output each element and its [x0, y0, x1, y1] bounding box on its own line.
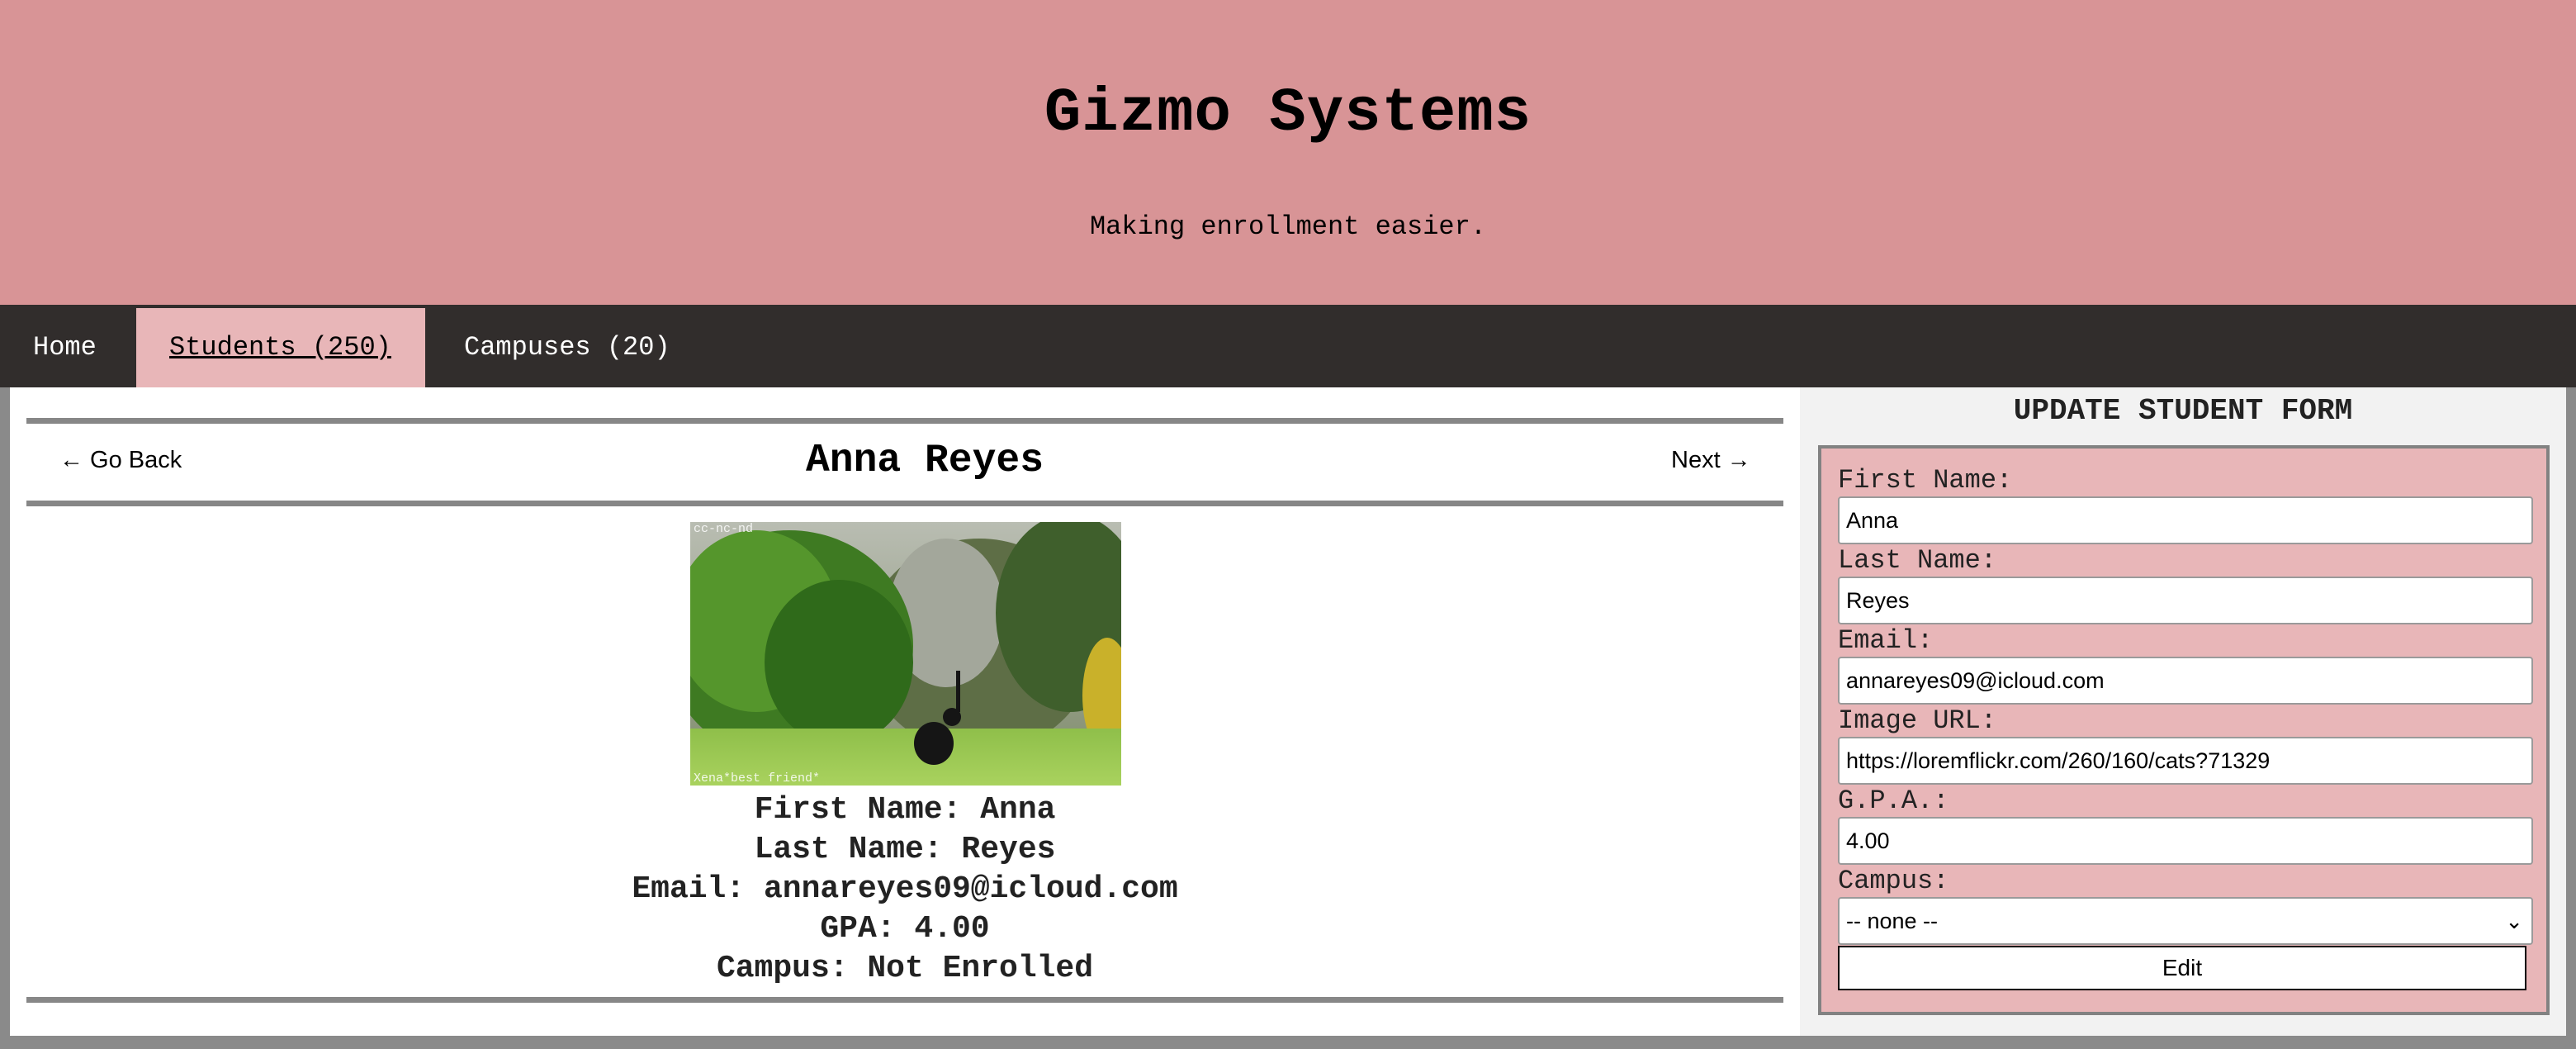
- gpa-label: G.P.A.:: [1838, 786, 1949, 816]
- divider: [26, 501, 1783, 506]
- student-gpa: GPA: 4.00: [820, 911, 990, 947]
- first-name-label: First Name:: [1838, 465, 2013, 496]
- last-name-input[interactable]: Reyes: [1838, 577, 2533, 624]
- campus-select-value: -- none --: [1846, 909, 1939, 933]
- update-student-form: First Name: Anna Last Name: Reyes Email:…: [1818, 445, 2550, 1015]
- email-input[interactable]: annareyes09@icloud.com: [1838, 657, 2533, 705]
- student-last-name: Last Name: Reyes: [754, 832, 1056, 867]
- image-url-label: Image URL:: [1838, 705, 1997, 736]
- nav-item-home[interactable]: Home: [0, 308, 130, 387]
- campus-select[interactable]: -- none -- ⌄: [1838, 897, 2533, 945]
- image-url-input[interactable]: https://loremflickr.com/260/160/cats?713…: [1838, 737, 2533, 785]
- update-student-panel: UPDATE STUDENT FORM First Name: Anna Las…: [1800, 387, 2566, 1036]
- chevron-down-icon: ⌄: [2505, 909, 2523, 933]
- student-name-heading: Anna Reyes: [805, 439, 1044, 483]
- cat-photo-image: [690, 522, 1121, 786]
- site-title: Gizmo Systems: [1044, 79, 1532, 149]
- student-photo: cc-nc-nd Xena*best friend*: [690, 522, 1121, 786]
- header-banner: Gizmo Systems Making enrollment easier.: [0, 0, 2576, 305]
- student-email: Email: annareyes09@icloud.com: [632, 871, 1178, 907]
- photo-caption: Xena*best friend*: [694, 771, 821, 786]
- first-name-input[interactable]: Anna: [1838, 496, 2533, 544]
- campus-label: Campus:: [1838, 866, 1949, 896]
- site-tagline: Making enrollment easier.: [1089, 211, 1487, 242]
- divider: [26, 997, 1783, 1003]
- student-campus: Campus: Not Enrolled: [716, 951, 1094, 986]
- photo-watermark: cc-nc-nd: [694, 522, 754, 536]
- divider: [26, 418, 1783, 424]
- nav-item-students[interactable]: Students (250): [136, 308, 425, 387]
- next-link[interactable]: Next →: [1671, 447, 1751, 474]
- nav-item-campuses[interactable]: Campuses (20): [431, 308, 703, 387]
- gpa-input[interactable]: 4.00: [1838, 817, 2533, 865]
- email-label: Email:: [1838, 625, 1934, 656]
- form-title: UPDATE STUDENT FORM: [2013, 394, 2353, 428]
- edit-button[interactable]: Edit: [1838, 946, 2526, 990]
- nav-bar: Home Students (250) Campuses (20): [0, 305, 2576, 387]
- student-first-name: First Name: Anna: [754, 792, 1056, 828]
- student-detail-panel: ← Go Back Anna Reyes Next → cc-nc-nd Xen…: [10, 387, 1800, 1036]
- last-name-label: Last Name:: [1838, 545, 1997, 576]
